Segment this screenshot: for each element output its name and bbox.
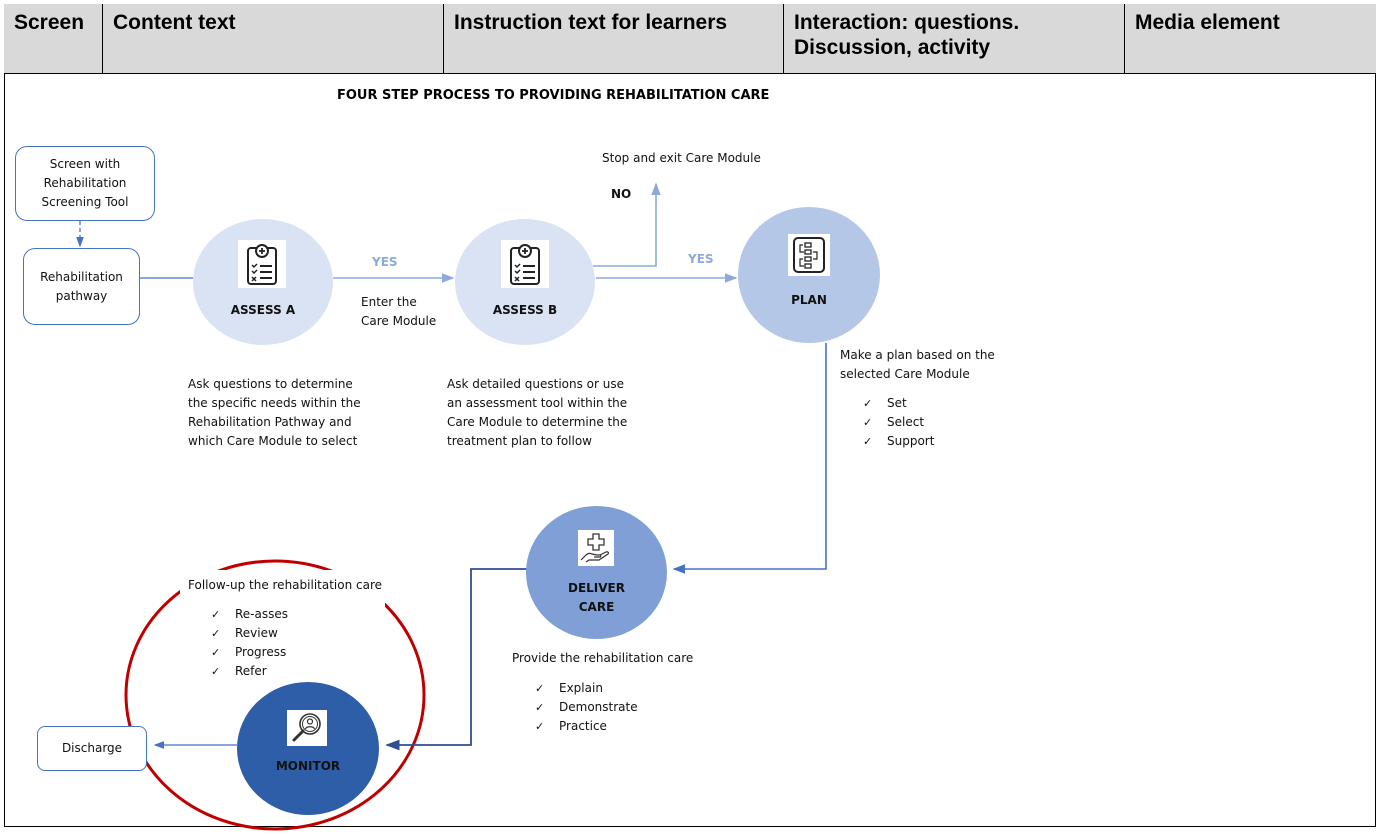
desc-monitor-line: Follow-up the rehabilitation care [188, 578, 383, 592]
clipboard-checklist-icon [238, 240, 286, 288]
box-screening-tool: Screen with Rehabilitation Screening Too… [15, 146, 155, 221]
label-yes-assess-b: YES [688, 252, 714, 266]
node-deliver-care [526, 506, 667, 639]
arrow-plan-to-deliver [672, 343, 827, 574]
node-monitor-label: MONITOR [275, 759, 341, 773]
clipboard-checklist-icon [501, 240, 549, 288]
desc-assess-a-line: Ask questions to determine [188, 377, 353, 391]
node-deliver-label-2: CARE [578, 600, 615, 614]
node-deliver-label-1: DELIVER [568, 581, 625, 595]
label-stop-exit: Stop and exit Care Module [602, 151, 761, 165]
desc-deliver-line: Provide the rehabilitation care [512, 651, 694, 665]
label-no: NO [611, 187, 632, 201]
checklist-item: Support [863, 432, 934, 451]
checklist-item: Progress [211, 643, 288, 662]
desc-plan-line: Make a plan based on the [840, 348, 995, 362]
desc-assess-b-line: Care Module to determine the [447, 415, 628, 429]
magnifier-person-icon [287, 710, 327, 746]
checklist-item: Demonstrate [535, 698, 638, 717]
checklist-item: Explain [535, 679, 638, 698]
label-enter-module-1: Enter the [361, 295, 417, 309]
diagram-title: FOUR STEP PROCESS TO PROVIDING REHABILIT… [337, 88, 770, 103]
node-monitor [237, 682, 379, 815]
plan-checklist: Set Select Support [863, 394, 934, 451]
node-assess-b-label: ASSESS B [492, 303, 558, 317]
box-discharge: Discharge [37, 726, 147, 771]
node-assess-a-label: ASSESS A [230, 303, 296, 317]
label-enter-module-2: Care Module [361, 314, 437, 328]
desc-assess-a-line: Rehabilitation Pathway and [188, 415, 352, 429]
checklist-item: Practice [535, 717, 638, 736]
desc-assess-b-line: Ask detailed questions or use [447, 377, 625, 391]
desc-assess-a-line: which Care Module to select [188, 434, 358, 448]
desc-plan-line: selected Care Module [840, 367, 970, 381]
deliver-checklist: Explain Demonstrate Practice [535, 679, 638, 736]
desc-assess-b-line: an assessment tool within the [447, 396, 628, 410]
monitor-checklist: Re-asses Review Progress Refer [211, 605, 288, 681]
hand-medical-cross-icon [578, 530, 614, 566]
box-discharge-label: Discharge [61, 741, 123, 755]
box-rehabilitation-pathway: Rehabilitation pathway [23, 248, 140, 325]
checklist-item: Refer [211, 662, 288, 681]
checklist-item: Set [863, 394, 934, 413]
desc-assess-a-line: the specific needs within the [188, 396, 361, 410]
label-yes-assess-a: YES [372, 255, 398, 269]
flowchart-plan-icon [788, 234, 830, 276]
arrow-deliver-to-monitor [385, 568, 527, 751]
checklist-item: Re-asses [211, 605, 288, 624]
node-plan-label: PLAN [791, 293, 827, 307]
checklist-item: Review [211, 624, 288, 643]
desc-assess-b-line: treatment plan to follow [447, 434, 592, 448]
checklist-item: Select [863, 413, 934, 432]
box-pathway-label: Rehabilitation pathway [40, 269, 123, 303]
box-screening-tool-label: Screen with Rehabilitation Screening Too… [41, 157, 129, 209]
